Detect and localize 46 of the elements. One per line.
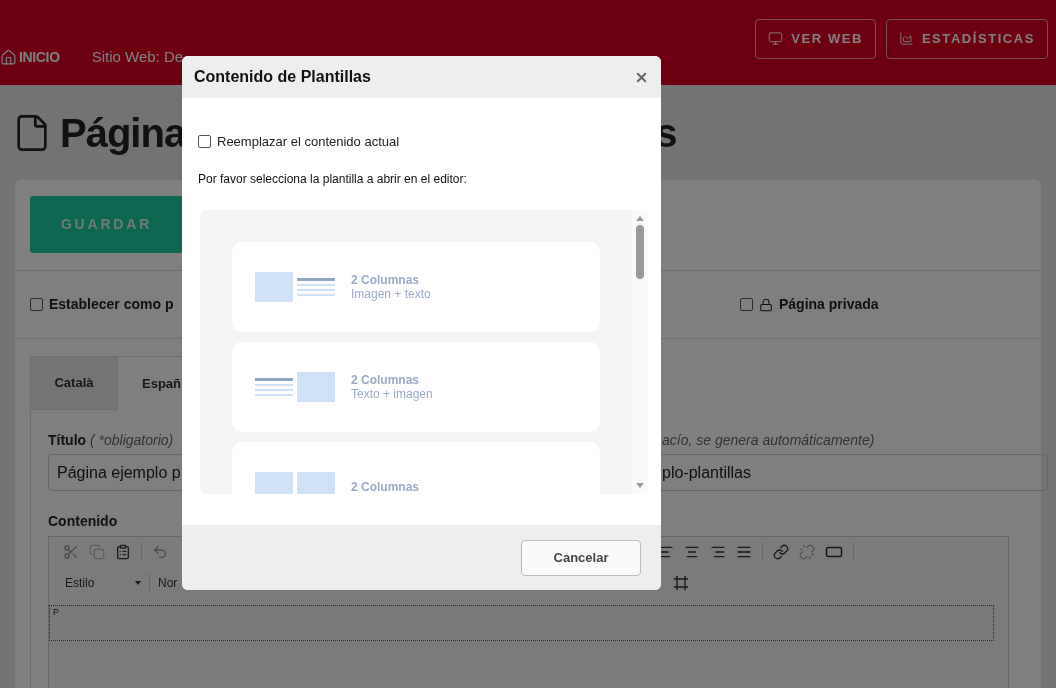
format-dropdown[interactable]: Nor bbox=[158, 574, 178, 592]
language-tab[interactable]: Català bbox=[30, 356, 118, 410]
dialog-title: Contenido de Plantillas bbox=[194, 67, 371, 87]
field-label: Contenido bbox=[48, 512, 118, 531]
monitor-icon bbox=[768, 31, 784, 46]
align-justify-icon[interactable] bbox=[736, 544, 752, 560]
path-tag: P bbox=[53, 607, 59, 617]
option-label: Página privada bbox=[779, 295, 879, 314]
checkbox[interactable] bbox=[30, 298, 43, 311]
template-card[interactable]: 2 Columnas Texto + imagen bbox=[232, 341, 600, 432]
field-hint: ( *obligatorio) bbox=[90, 432, 174, 448]
template-thumbnail-icon bbox=[255, 371, 335, 402]
align-right-icon[interactable] bbox=[710, 544, 726, 560]
template-thumbnail-icon bbox=[255, 271, 335, 302]
maximize-icon[interactable] bbox=[673, 575, 690, 591]
statistics-button[interactable]: ESTADÍSTICAS bbox=[885, 18, 1048, 59]
field-hint: acío, se genera automáticamente) bbox=[661, 431, 876, 450]
home-link[interactable]: INICIO bbox=[0, 47, 60, 68]
field-label: Título bbox=[48, 432, 87, 448]
template-subtitle: Texto + imagen bbox=[351, 386, 433, 401]
replace-checkbox[interactable] bbox=[198, 135, 211, 149]
page-title: Página bbox=[60, 109, 186, 157]
paste-icon[interactable] bbox=[115, 544, 131, 560]
chart-icon bbox=[898, 31, 914, 46]
align-left-icon[interactable] bbox=[658, 544, 674, 560]
cancel-button[interactable]: Cancelar bbox=[521, 539, 641, 576]
template-card[interactable]: 2 Columnas Imagen + texto bbox=[232, 241, 600, 332]
checkbox[interactable] bbox=[740, 298, 753, 311]
template-subtitle: Imagen + texto bbox=[351, 286, 431, 301]
template-title: 2 Columnas bbox=[351, 479, 419, 494]
align-center-icon[interactable] bbox=[684, 544, 700, 560]
template-card[interactable]: 2 Columnas bbox=[232, 441, 600, 494]
style-dropdown[interactable]: Estilo bbox=[65, 574, 141, 592]
checkbox-label: Reemplazar el contenido actual bbox=[217, 133, 400, 151]
site-name: Sitio Web: De bbox=[91, 47, 184, 68]
home-icon bbox=[0, 49, 17, 66]
dialog-prompt: Por favor selecciona la plantilla a abrir en el editor: bbox=[198, 170, 468, 188]
lock-icon bbox=[759, 297, 773, 312]
scrollbar[interactable] bbox=[632, 209, 648, 494]
view-web-button[interactable]: VER WEB bbox=[755, 18, 876, 59]
template-title: 2 Columnas bbox=[351, 372, 420, 387]
template-title: 2 Columnas bbox=[351, 272, 420, 287]
editor-area[interactable]: P bbox=[49, 605, 994, 641]
option-label: Establecer como p bbox=[49, 295, 174, 314]
link-icon[interactable] bbox=[773, 544, 789, 560]
template-thumbnail-icon bbox=[255, 471, 335, 494]
